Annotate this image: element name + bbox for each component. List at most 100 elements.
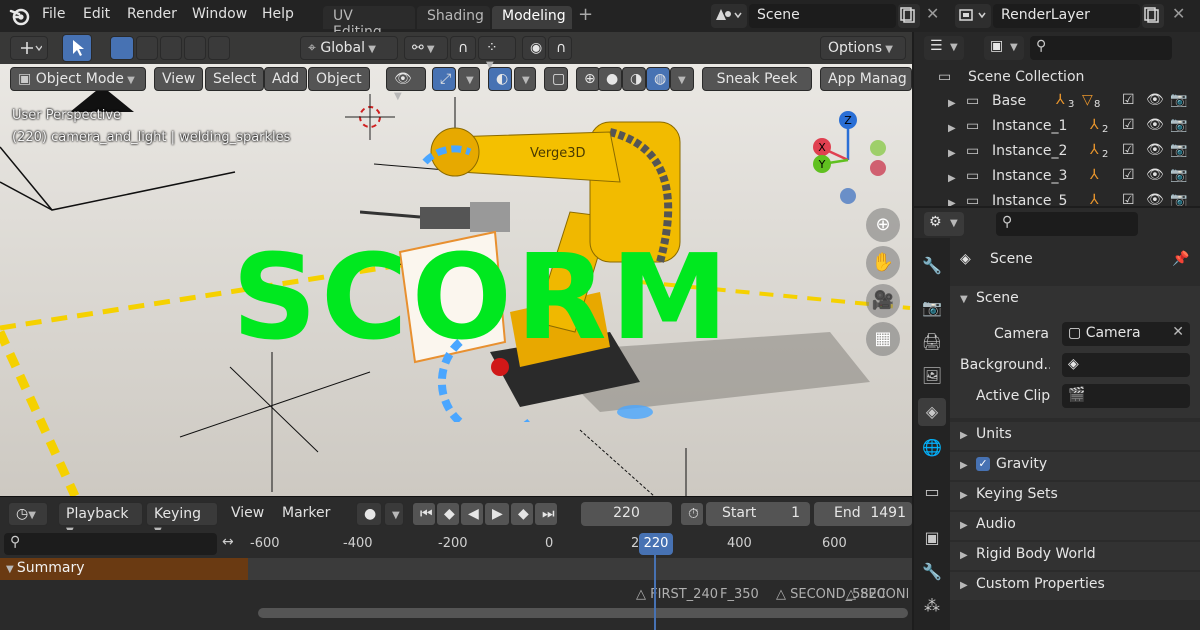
3d-viewport[interactable]: Verge3D ⌖ Global ▼ ⚯ ▼ ∩ ⁘ ▼ ◉ ∩ Options… <box>0 32 912 496</box>
camera-icon[interactable]: 📷 <box>1170 117 1187 133</box>
blender-logo-icon[interactable] <box>9 5 31 27</box>
select-invert-mode-button[interactable] <box>184 36 206 60</box>
background-scene-field[interactable]: ◈ <box>1062 353 1190 377</box>
properties-search-field[interactable]: ⚲ <box>996 212 1138 236</box>
end-frame-field[interactable]: End 1491 <box>814 502 912 526</box>
rigid-body-world-panel-header[interactable]: ▶ Rigid Body World <box>950 542 1200 570</box>
snap-toggle-button[interactable]: ∩ <box>450 36 476 60</box>
menu-object[interactable]: Object <box>308 67 370 91</box>
use-preview-range-button[interactable]: ⏱ <box>680 502 704 526</box>
playback-dropdown[interactable]: Playback ▼ <box>58 502 143 537</box>
eye-icon[interactable]: 👁 <box>1146 142 1164 158</box>
timeline-ruler[interactable]: ⚲ ↔ -600 -400 -200 0 200 400 600 <box>0 530 912 558</box>
timeline-editor-type-button[interactable]: ◷▼ <box>8 502 48 526</box>
ortho-toggle-button[interactable]: ▦ <box>866 322 900 356</box>
camera-icon[interactable]: 📷 <box>1170 192 1187 206</box>
camera-field[interactable]: ▢ Camera ✕ <box>1062 322 1190 346</box>
select-tool-button[interactable] <box>62 34 92 62</box>
app-manager-button[interactable]: App Manag <box>820 67 912 91</box>
scene-collection-item[interactable]: ▭ Scene Collection <box>914 66 1200 91</box>
gravity-checkbox[interactable]: ✓ <box>976 457 990 471</box>
shading-material-button[interactable]: ◑ <box>622 67 646 91</box>
outliner-row-instance-3[interactable]: ▶ ▭ Instance_3 ⅄ ☑ 👁 📷 <box>914 165 1200 190</box>
output-tab-icon[interactable]: 🖨 <box>918 328 946 356</box>
scene-tab-icon[interactable]: ◈ <box>918 398 946 426</box>
editor-type-button[interactable] <box>10 36 48 60</box>
gizmo-toggle-button[interactable]: ⤢ <box>432 67 456 91</box>
expand-arrow-icon[interactable]: ▶ <box>948 98 956 109</box>
particles-tab-icon[interactable]: ⁂ <box>918 592 946 620</box>
timeline-marker[interactable]: △ FIRST_240 <box>636 587 718 602</box>
select-subtract-mode-button[interactable] <box>160 36 182 60</box>
zoom-view-button[interactable]: ⊕ <box>866 208 900 242</box>
close-scene-icon[interactable]: ✕ <box>926 4 939 23</box>
menu-view[interactable]: View <box>154 67 204 91</box>
channel-search-field[interactable]: ⚲ <box>4 533 217 555</box>
outliner-editor-type-button[interactable]: ☰ ▼ <box>924 36 964 60</box>
eye-icon[interactable]: 👁 <box>1146 117 1164 133</box>
pin-icon[interactable]: 📌 <box>1172 251 1189 267</box>
dopesheet-area[interactable]: ▼ Summary △ FIRST_240 F_350 △ SECOND_582… <box>0 558 912 630</box>
shading-solid-button[interactable]: ● <box>598 67 622 91</box>
tab-shading[interactable]: Shading <box>417 6 490 29</box>
world-tab-icon[interactable]: 🌐 <box>918 434 946 462</box>
start-frame-field[interactable]: Start 1 <box>706 502 810 526</box>
tab-uv-editing[interactable]: UV Editing <box>323 6 415 40</box>
timeline-menu-marker[interactable]: Marker <box>282 505 330 521</box>
add-workspace-icon[interactable]: + <box>578 4 593 25</box>
clear-icon[interactable]: ✕ <box>1172 324 1184 340</box>
play-reverse-button[interactable]: ◀ <box>460 502 484 526</box>
navigation-gizmo[interactable]: Z X Y <box>800 110 900 210</box>
eye-icon[interactable]: 👁 <box>1146 167 1164 183</box>
modifier-tab-icon[interactable]: 🔧 <box>918 558 946 586</box>
outliner-row-instance-1[interactable]: ▶ ▭ Instance_1 ⅄ 2 ☑ 👁 📷 <box>914 115 1200 140</box>
swap-arrows-icon[interactable]: ↔ <box>222 534 234 550</box>
scene-name-field[interactable]: Scene <box>749 4 896 28</box>
pan-view-button[interactable]: ✋ <box>866 246 900 280</box>
view-layer-name-field[interactable]: RenderLayer <box>993 4 1140 28</box>
falloff-dropdown[interactable]: ∩ <box>548 36 572 60</box>
checkbox-icon[interactable]: ☑ <box>1122 167 1135 183</box>
shading-rendered-button[interactable]: ◍ <box>646 67 670 91</box>
expand-arrow-icon[interactable]: ▶ <box>948 198 956 206</box>
sneak-peek-button[interactable]: Sneak Peek <box>702 67 812 91</box>
eye-icon[interactable]: 👁 <box>1146 192 1164 206</box>
copy-scene-icon[interactable] <box>898 4 920 28</box>
shading-dropdown[interactable]: ▼ <box>670 67 694 91</box>
prev-keyframe-button[interactable]: ◆ <box>436 502 460 526</box>
camera-icon[interactable]: 📷 <box>1170 92 1187 108</box>
timeline-marker[interactable]: △ SECOND_5920 <box>846 587 908 602</box>
current-frame-field[interactable]: 220 <box>581 502 672 526</box>
expand-arrow-icon[interactable]: ▶ <box>948 173 956 184</box>
play-button[interactable]: ▶ <box>484 502 510 526</box>
select-box-mode-button[interactable] <box>110 36 134 60</box>
select-extend-mode-button[interactable] <box>136 36 158 60</box>
record-button[interactable]: ● <box>356 502 382 526</box>
visibility-dropdown[interactable]: 👁▼ <box>386 67 426 102</box>
overlay-toggle-button[interactable]: ◐ <box>488 67 512 91</box>
gizmo-dropdown[interactable]: ▼ <box>458 67 480 91</box>
object-tab-icon[interactable]: ▣ <box>918 524 946 552</box>
select-intersect-mode-button[interactable] <box>208 36 230 60</box>
render-tab-icon[interactable]: 📷 <box>918 294 946 322</box>
playhead-frame-indicator[interactable]: 220 <box>639 533 673 555</box>
snap-target-dropdown[interactable]: ⁘ ▼ <box>478 36 516 71</box>
proportional-edit-button[interactable]: ◉ <box>522 36 546 60</box>
options-dropdown[interactable]: Options ▼ <box>820 36 906 60</box>
keying-dropdown[interactable]: Keying ▼ <box>146 502 218 537</box>
menu-render[interactable]: Render <box>127 6 177 22</box>
next-keyframe-button[interactable]: ◆ <box>510 502 534 526</box>
xray-toggle-button[interactable]: ▢ <box>544 67 568 91</box>
scene-panel-header[interactable]: ▼ Scene <box>950 286 1200 314</box>
expand-arrow-icon[interactable]: ▶ <box>948 123 956 134</box>
mode-dropdown[interactable]: ▣ Object Mode ▼ <box>10 67 146 91</box>
menu-file[interactable]: File <box>42 6 65 22</box>
menu-select[interactable]: Select <box>205 67 265 91</box>
scene-selector-button[interactable] <box>711 4 747 28</box>
collection-tab-icon[interactable]: ▭ <box>918 478 946 506</box>
camera-icon[interactable]: 📷 <box>1170 167 1187 183</box>
timeline-marker[interactable]: F_350 <box>720 587 759 602</box>
jump-start-button[interactable]: ⏮ <box>412 502 436 526</box>
properties-editor-type-button[interactable]: ⚙ ▼ <box>924 212 964 236</box>
outliner-search-field[interactable]: ⚲ <box>1030 36 1172 60</box>
